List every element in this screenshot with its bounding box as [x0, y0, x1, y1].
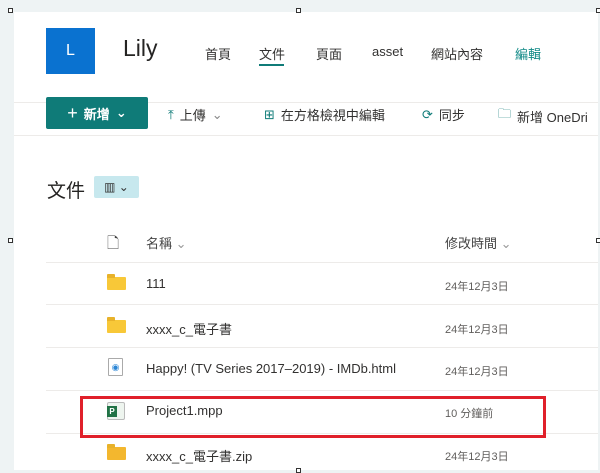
sync-button[interactable]: ⟳ 同步 [422, 105, 465, 124]
zip-file-icon [107, 444, 126, 460]
resize-handle[interactable] [296, 8, 301, 13]
file-modified: 24年12月3日 [445, 451, 509, 463]
upload-label: 上傳 [179, 108, 206, 123]
divider [46, 347, 598, 348]
site-logo[interactable]: L [46, 28, 95, 74]
active-tab-indicator [259, 64, 284, 66]
highlight-box [80, 396, 546, 438]
file-modified: 24年12月3日 [445, 366, 509, 378]
nav-documents[interactable]: 文件 [259, 44, 285, 63]
nav-site-contents[interactable]: 網站內容 [431, 44, 483, 63]
html-file-icon: ◉ [108, 358, 123, 376]
shortcut-folder-icon: 🗀 [498, 106, 512, 121]
sync-icon: ⟳ [422, 106, 433, 122]
upload-icon: ⤒ [168, 106, 174, 122]
view-switcher-button[interactable]: ▥ ⌄ [94, 176, 139, 198]
upload-button[interactable]: ⤒ 上傳 ⌄ [168, 105, 223, 124]
resize-handle[interactable] [296, 468, 301, 473]
file-name[interactable]: xxxx_c_電子書 [146, 319, 232, 338]
site-title[interactable]: Lily [123, 35, 158, 62]
nav-asset[interactable]: asset [372, 44, 403, 59]
divider [46, 390, 598, 391]
nav-pages[interactable]: 頁面 [316, 44, 342, 63]
grid-icon: ⊞ [264, 106, 275, 122]
new-button[interactable]: + 新增 ⌄ [46, 97, 148, 129]
logo-letter: L [66, 42, 75, 59]
grid-edit-label: 在方格檢視中編輯 [280, 108, 385, 123]
chevron-down-icon: ⌄ [211, 106, 223, 122]
nav-home[interactable]: 首頁 [205, 44, 231, 63]
resize-handle[interactable] [596, 8, 600, 13]
file-name[interactable]: xxxx_c_電子書.zip [146, 446, 252, 465]
file-name[interactable]: Happy! (TV Series 2017–2019) - IMDb.html [146, 361, 396, 376]
resize-handle[interactable] [596, 238, 600, 243]
chevron-down-icon: ⌄ [500, 236, 512, 251]
grid-edit-button[interactable]: ⊞ 在方格檢視中編輯 [264, 105, 385, 124]
resize-handle[interactable] [8, 238, 13, 243]
chevron-down-icon: ⌄ [175, 236, 187, 251]
column-header-name[interactable]: 名稱 ⌄ [146, 233, 187, 252]
folder-icon [107, 317, 126, 333]
file-name[interactable]: 111 [146, 276, 166, 291]
sync-label: 同步 [438, 108, 465, 123]
nav-edit[interactable]: 編輯 [515, 44, 541, 63]
column-header-modified[interactable]: 修改時間 ⌄ [445, 233, 512, 252]
chevron-down-icon: ⌄ [115, 105, 127, 120]
divider [46, 262, 598, 263]
folder-icon [107, 274, 126, 290]
resize-handle[interactable] [8, 8, 13, 13]
file-type-header-icon[interactable]: 🗋 [107, 233, 119, 258]
new-label: 新增 [83, 106, 110, 122]
divider [46, 304, 598, 305]
library-view-icon: ▥ ⌄ [104, 180, 129, 194]
modified-header-label: 修改時間 [445, 236, 498, 251]
name-header-label: 名稱 [146, 236, 173, 251]
file-modified: 24年12月3日 [445, 324, 509, 336]
divider [14, 135, 598, 136]
file-modified: 24年12月3日 [445, 281, 509, 293]
add-shortcut-button[interactable]: 🗀 新增 OneDri [498, 105, 588, 127]
library-title: 文件 [47, 181, 86, 202]
plus-icon: + [67, 102, 78, 123]
add-shortcut-label: 新增 OneDri [517, 109, 588, 125]
